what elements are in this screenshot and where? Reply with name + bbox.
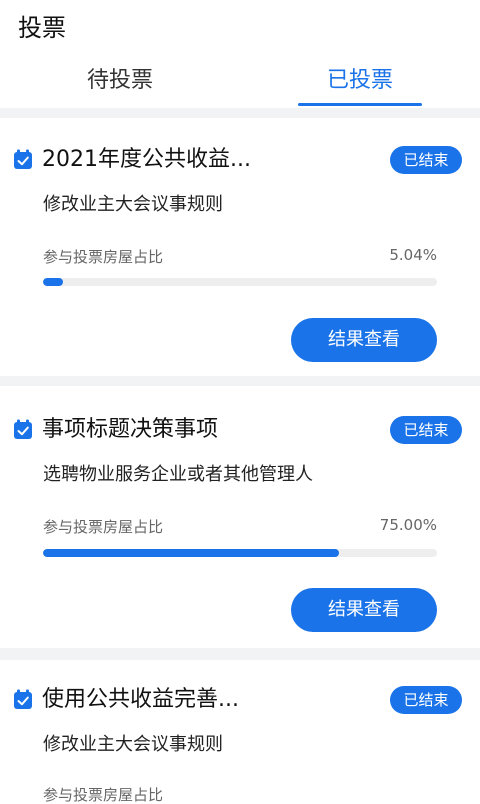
header: 投票 待投票 已投票 <box>0 0 480 108</box>
progress-label: 参与投票房屋占比 <box>43 518 164 536</box>
status-badge: 已结束 <box>390 146 462 174</box>
ballot-check-icon <box>14 149 32 169</box>
tab-pending-label: 待投票 <box>86 68 153 93</box>
tab-pending[interactable]: 待投票 <box>0 58 240 106</box>
card-header: 使用公共收益完善... 已结束 <box>0 680 480 720</box>
progress-label: 参与投票房屋占比 <box>43 786 164 804</box>
page-title: 投票 <box>18 14 66 42</box>
card-title: 使用公共收益完善... <box>42 687 239 712</box>
vote-card[interactable]: 使用公共收益完善... 已结束 修改业主大会议事规则 参与投票房屋占比 <box>0 660 480 804</box>
view-results-button[interactable]: 结果查看 <box>291 318 437 362</box>
vote-card[interactable]: 2021年度公共收益... 已结束 修改业主大会议事规则 参与投票房屋占比 5.… <box>0 118 480 376</box>
card-title: 2021年度公共收益... <box>42 147 251 172</box>
ballot-check-icon <box>14 689 32 709</box>
progress-value: 75.00% <box>379 516 437 534</box>
view-results-button[interactable]: 结果查看 <box>291 588 437 632</box>
card-header: 事项标题决策事项 已结束 <box>0 410 480 450</box>
status-badge: 已结束 <box>390 686 462 714</box>
progress-fill <box>43 549 339 557</box>
vote-card[interactable]: 事项标题决策事项 已结束 选聘物业服务企业或者其他管理人 参与投票房屋占比 75… <box>0 386 480 648</box>
card-subtitle: 修改业主大会议事规则 <box>43 734 223 755</box>
tab-voted-label: 已投票 <box>326 68 393 93</box>
active-tab-indicator <box>298 103 422 106</box>
card-subtitle: 选聘物业服务企业或者其他管理人 <box>43 464 313 485</box>
page: 投票 待投票 已投票 2021年度公共收益... 已结束 修改业主大会议事规则 … <box>0 0 480 804</box>
tab-voted[interactable]: 已投票 <box>240 58 480 106</box>
tab-bar: 待投票 已投票 <box>0 58 480 106</box>
ballot-check-icon <box>14 419 32 439</box>
card-header: 2021年度公共收益... 已结束 <box>0 140 480 180</box>
status-badge: 已结束 <box>390 416 462 444</box>
progress-label: 参与投票房屋占比 <box>43 248 164 266</box>
progress-fill <box>43 278 63 286</box>
card-subtitle: 修改业主大会议事规则 <box>43 194 223 215</box>
card-title: 事项标题决策事项 <box>42 417 219 442</box>
progress-value: 5.04% <box>389 246 437 264</box>
progress-track <box>43 549 437 557</box>
progress-track <box>43 278 437 286</box>
